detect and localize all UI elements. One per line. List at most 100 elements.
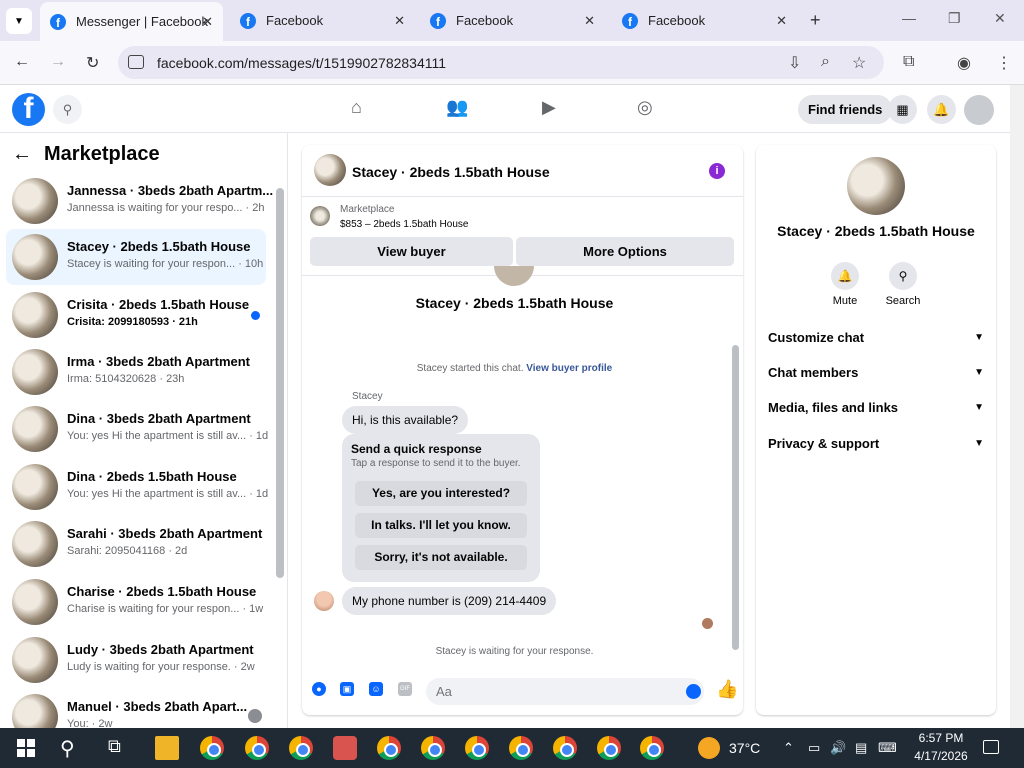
conversation-item[interactable]: Crisita · 2beds 1.5bath House Crisita: 2… — [6, 287, 266, 343]
file-explorer-icon[interactable] — [155, 736, 179, 760]
tab-facebook-2[interactable]: f Facebook ✕ — [420, 0, 605, 41]
video-icon[interactable]: ▶ — [542, 97, 556, 118]
reload-icon[interactable]: ↻ — [86, 53, 99, 73]
new-tab-icon[interactable]: + — [810, 10, 821, 31]
chrome-icon[interactable] — [553, 736, 577, 760]
close-tab-icon[interactable]: ✕ — [584, 13, 595, 29]
chat-members-item[interactable]: Chat members ▼ — [768, 358, 984, 388]
photo-icon[interactable]: ▣ — [340, 682, 354, 696]
chevron-up-icon[interactable]: ⌃ — [783, 740, 794, 756]
gif-icon[interactable]: GIF — [398, 682, 412, 696]
facebook-header: f ⚲ ⌂ 👥 ▶ ◎ Find friends ▦ 🔔 — [0, 85, 1010, 133]
tab-messenger[interactable]: f Messenger | Facebook ✕ — [40, 2, 223, 41]
bookmark-star-icon[interactable]: ☆ — [852, 53, 866, 73]
install-app-icon[interactable]: ⇩ — [788, 53, 801, 73]
find-friends-button[interactable]: Find friends — [798, 95, 893, 124]
conversation-item[interactable]: Manuel · 3beds 2bath Apart... You: · 2w — [6, 689, 266, 728]
sender-avatar[interactable] — [314, 591, 334, 611]
site-info-icon[interactable] — [128, 55, 144, 69]
listing-price[interactable]: $853 – 2beds 1.5bath House — [340, 219, 468, 230]
zoom-icon[interactable]: ⌕ — [821, 53, 830, 71]
chat-avatar[interactable] — [314, 154, 346, 186]
groups-icon[interactable]: ◎ — [637, 97, 653, 118]
sticker-icon[interactable]: ☺ — [369, 682, 383, 696]
message-input[interactable] — [426, 678, 704, 705]
temperature-text[interactable]: 37°C — [729, 740, 760, 756]
clock-date[interactable]: 4/17/2026 — [913, 749, 969, 763]
unread-dot-icon — [251, 311, 260, 320]
conversation-item[interactable]: Jannessa · 3beds 2bath Apartm... Janness… — [6, 173, 273, 229]
menu-icon[interactable]: ⋮ — [996, 53, 1012, 73]
chrome-icon[interactable] — [640, 736, 664, 760]
close-window-icon[interactable]: ✕ — [994, 10, 1006, 27]
chrome-icon[interactable] — [597, 736, 621, 760]
menu-grid-icon[interactable]: ▦ — [888, 95, 917, 124]
notification-center-icon[interactable] — [983, 740, 999, 754]
search-icon[interactable]: ⚲ — [53, 95, 82, 124]
chrome-icon[interactable] — [465, 736, 489, 760]
app-icon[interactable] — [333, 736, 357, 760]
privacy-support-item[interactable]: Privacy & support ▼ — [768, 429, 984, 459]
keyboard-icon[interactable]: ⌨ — [878, 740, 897, 756]
chrome-icon[interactable] — [289, 736, 313, 760]
chrome-icon[interactable] — [421, 736, 445, 760]
back-arrow-icon[interactable]: ← — [12, 143, 32, 166]
info-icon[interactable]: i — [709, 163, 725, 179]
quick-response-button[interactable]: Sorry, it's not available. — [355, 545, 527, 570]
facebook-logo-icon[interactable]: f — [12, 93, 45, 126]
friends-icon[interactable]: 👥 — [446, 97, 468, 118]
conversation-item[interactable]: Sarahi · 3beds 2bath Apartment Sarahi: 2… — [6, 516, 266, 572]
more-options-button[interactable]: More Options — [516, 237, 734, 266]
media-files-links-item[interactable]: Media, files and links ▼ — [768, 393, 984, 423]
chat-scrollbar[interactable] — [732, 345, 739, 650]
network-icon[interactable]: ▤ — [855, 740, 867, 756]
volume-icon[interactable]: 🔊 — [830, 740, 846, 756]
conversation-item[interactable]: Dina · 2beds 1.5bath House You: yes Hi t… — [6, 459, 268, 515]
weather-icon[interactable] — [698, 737, 720, 759]
home-icon[interactable]: ⌂ — [351, 97, 362, 118]
close-tab-icon[interactable]: ✕ — [776, 13, 787, 29]
tab-facebook-1[interactable]: f Facebook ✕ — [230, 0, 415, 41]
forward-icon[interactable]: → — [50, 53, 66, 71]
conversation-item[interactable]: Irma · 3beds 2bath Apartment Irma: 51043… — [6, 344, 266, 400]
page-scrollbar[interactable] — [1010, 85, 1024, 728]
extensions-icon[interactable]: ⧉ — [903, 53, 914, 71]
notifications-bell-icon[interactable]: 🔔 — [927, 95, 956, 124]
windows-start-icon[interactable] — [14, 736, 38, 760]
quick-response-button[interactable]: Yes, are you interested? — [355, 481, 527, 506]
chat-title[interactable]: Stacey · 2beds 1.5bath House — [352, 164, 550, 180]
profile-icon[interactable]: ◉ — [957, 53, 971, 73]
clock-time[interactable]: 6:57 PM — [913, 731, 969, 745]
close-tab-icon[interactable]: ✕ — [394, 13, 405, 29]
task-view-icon[interactable]: ⧉ — [108, 736, 132, 760]
tab-search-button[interactable]: ▼ — [6, 8, 32, 34]
customize-chat-item[interactable]: Customize chat ▼ — [768, 323, 984, 353]
view-buyer-profile-link[interactable]: View buyer profile — [526, 363, 612, 374]
account-avatar[interactable] — [964, 95, 994, 125]
conversation-item[interactable]: Charise · 2beds 1.5bath House Charise is… — [6, 574, 266, 630]
microphone-icon[interactable]: ● — [312, 682, 326, 696]
chrome-icon[interactable] — [245, 736, 269, 760]
chrome-icon[interactable] — [377, 736, 401, 760]
mute-button[interactable]: 🔔 Mute — [820, 262, 870, 307]
conversation-item[interactable]: Stacey · 2beds 1.5bath House Stacey is w… — [6, 229, 266, 285]
search-icon[interactable]: ⚲ — [60, 736, 84, 760]
conversation-item[interactable]: Ludy · 3beds 2bath Apartment Ludy is wai… — [6, 632, 266, 688]
minimize-icon[interactable]: — — [902, 10, 916, 26]
chrome-icon[interactable] — [509, 736, 533, 760]
close-tab-icon[interactable]: ✕ — [202, 14, 213, 30]
meet-icon[interactable]: ▭ — [808, 740, 820, 756]
quick-response-button[interactable]: In talks. I'll let you know. — [355, 513, 527, 538]
tab-facebook-3[interactable]: f Facebook ✕ — [612, 0, 797, 41]
conversation-item[interactable]: Dina · 3beds 2bath Apartment You: yes Hi… — [6, 401, 268, 457]
restore-icon[interactable]: ❐ — [948, 10, 961, 27]
omnibox[interactable]: facebook.com/messages/t/1519902782834111… — [118, 46, 884, 79]
thumbs-up-icon[interactable]: 👍 — [716, 679, 738, 700]
url-text[interactable]: facebook.com/messages/t/1519902782834111 — [157, 55, 446, 71]
emoji-icon[interactable] — [686, 684, 701, 699]
back-icon[interactable]: ← — [14, 53, 30, 71]
search-button[interactable]: ⚲ Search — [878, 262, 928, 307]
conversation-list-scrollbar[interactable] — [276, 188, 284, 578]
view-buyer-button[interactable]: View buyer — [310, 237, 513, 266]
chrome-icon[interactable] — [200, 736, 224, 760]
